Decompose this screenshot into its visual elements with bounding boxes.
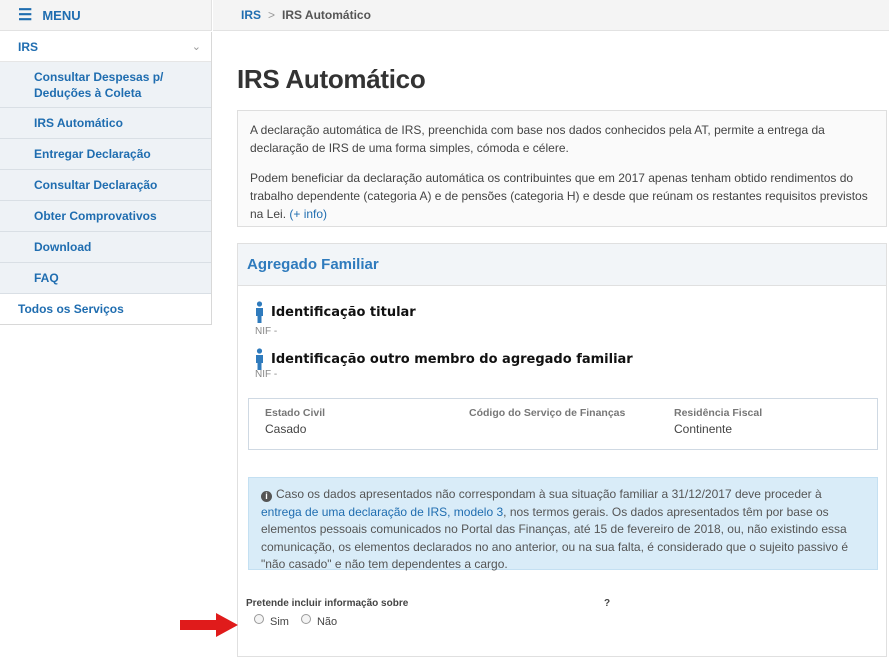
sidebar-item-obter-comprovativos[interactable]: Obter Comprovativos: [0, 201, 211, 232]
page-title: IRS Automático: [237, 64, 426, 94]
family-heading: Agregado Familiar: [238, 244, 886, 286]
radio-nao[interactable]: [300, 614, 311, 624]
radio-nao-label[interactable]: Não: [317, 616, 337, 628]
sidebar-group-irs[interactable]: IRS ⌄: [0, 32, 211, 62]
residencia-fiscal-value: Continente: [674, 422, 733, 436]
entrega-declaracao-link[interactable]: entrega de uma declaração de IRS, modelo…: [261, 505, 503, 519]
sidebar-group-label: IRS: [18, 39, 39, 54]
breadcrumb-current: IRS Automático: [282, 8, 371, 22]
other-member-title: Identificação outro membro do agregado f…: [271, 351, 633, 367]
intro-panel: A declaração automática de IRS, preenchi…: [237, 110, 887, 227]
sidebar-item-entregar-declaracao[interactable]: Entregar Declaração: [0, 139, 211, 170]
radio-sim-label[interactable]: Sim: [270, 616, 289, 628]
family-details-box: Estado Civil Casado Código do Serviço de…: [248, 398, 878, 450]
titular-nif: NIF -: [255, 326, 278, 337]
estado-civil-value: Casado: [265, 422, 307, 436]
titular-title: Identificação titular: [271, 304, 416, 320]
alert-text-before: Caso os dados apresentados não correspon…: [276, 487, 822, 501]
sidebar-item-download[interactable]: Download: [0, 232, 211, 263]
intro-paragraph-2-text: Podem beneficiar da declaração automátic…: [250, 171, 868, 221]
residencia-fiscal-label: Residência Fiscal: [674, 407, 763, 419]
hamburger-icon: ☰: [18, 7, 33, 24]
residencia-fiscal-field: Residência Fiscal Continente: [674, 407, 762, 436]
chevron-down-icon: ⌄: [191, 41, 201, 53]
breadcrumb-separator: >: [268, 8, 276, 22]
sidebar-item-consultar-declaracao[interactable]: Consultar Declaração: [0, 170, 211, 201]
sidebar-item-irs-automatico[interactable]: IRS Automático: [0, 108, 211, 139]
sidebar-submenu: Consultar Despesas p/ Deduções à Coleta …: [0, 62, 211, 294]
sidebar-nav: IRS ⌄ Consultar Despesas p/ Deduções à C…: [0, 32, 212, 325]
sidebar-item-todos-servicos[interactable]: Todos os Serviços: [0, 294, 211, 324]
person-icon: [256, 301, 263, 323]
codigo-servico-label: Código do Serviço de Finanças: [469, 407, 626, 419]
estado-civil-field: Estado Civil Casado: [265, 407, 325, 436]
other-member-identification: Identificação outro membro do agregado f…: [254, 348, 633, 370]
more-info-link[interactable]: (+ info): [289, 207, 327, 221]
menu-toggle[interactable]: ☰ MENU: [0, 0, 212, 31]
sidebar-item-faq[interactable]: FAQ: [0, 263, 211, 294]
family-panel: Agregado Familiar Identificação titular …: [237, 243, 887, 657]
other-member-nif: NIF -: [255, 369, 278, 380]
include-info-radio-group: Sim Não: [254, 614, 349, 628]
intro-paragraph-1: A declaração automática de IRS, preenchi…: [250, 123, 825, 155]
intro-paragraph-2: Podem beneficiar da declaração automátic…: [250, 169, 874, 223]
red-arrow-icon: [180, 613, 238, 637]
sidebar: ☰ MENU IRS ⌄ Consultar Despesas p/ Deduç…: [0, 0, 212, 660]
info-alert: i Caso os dados apresentados não correspo…: [248, 477, 878, 571]
sidebar-item-consultar-despesas[interactable]: Consultar Despesas p/ Deduções à Coleta: [0, 62, 211, 108]
titular-identification: Identificação titular: [254, 301, 416, 323]
menu-title: MENU: [42, 7, 81, 23]
breadcrumb: IRS > IRS Automático: [213, 0, 889, 31]
info-icon: i: [261, 491, 272, 502]
codigo-servico-field: Código do Serviço de Finanças: [469, 407, 625, 422]
breadcrumb-irs-link[interactable]: IRS: [241, 8, 261, 22]
radio-sim[interactable]: [254, 614, 264, 624]
question-mark: ?: [604, 598, 611, 609]
estado-civil-label: Estado Civil: [265, 407, 326, 419]
person-icon: [256, 348, 263, 370]
include-info-question: Pretende incluir informação sobre: [246, 598, 409, 609]
